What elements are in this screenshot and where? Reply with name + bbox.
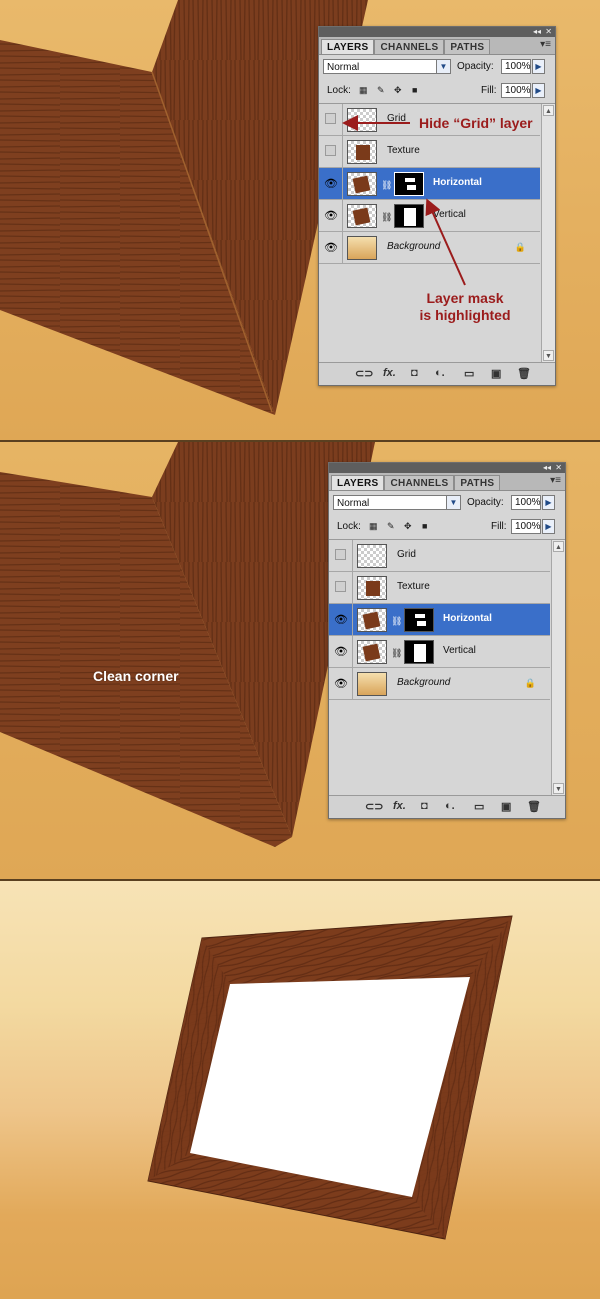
eye-icon[interactable]: 👁 xyxy=(334,677,348,690)
layer-mask-annotation: Layer mask is highlighted xyxy=(410,290,520,324)
lock-brush-icon[interactable]: ✎ xyxy=(387,521,395,532)
blend-mode-select[interactable]: Normal ▼ xyxy=(333,495,461,510)
lock-label: Lock: xyxy=(337,521,361,532)
layers-panel: ◂◂ ✕ LAYERS CHANNELS PATHS ▾≡ Normal ▼ Opa… xyxy=(328,462,566,819)
layer-mask-thumbnail[interactable] xyxy=(404,608,434,632)
visibility-toggle-off[interactable] xyxy=(335,549,346,560)
chevron-down-icon: ▼ xyxy=(446,496,460,509)
lock-transparent-icon[interactable]: ▦ xyxy=(369,521,378,532)
fx-icon[interactable]: fx. xyxy=(393,800,406,812)
layer-scrollbar[interactable]: ▲ ▼ xyxy=(551,540,565,795)
clean-corner-label: Clean corner xyxy=(93,668,179,684)
scroll-down-icon[interactable]: ▼ xyxy=(553,783,564,794)
hide-grid-annotation: Hide “Grid” layer xyxy=(416,115,536,132)
link-icon[interactable]: ⛓ xyxy=(391,616,402,627)
tab-paths[interactable]: PATHS xyxy=(454,475,501,490)
layer-thumbnail xyxy=(357,640,387,664)
layer-name: Horizontal xyxy=(443,613,492,624)
step-one-canvas: ◂◂ ✕ LAYERS CHANNELS PATHS ▾≡ Normal ▼ Opa… xyxy=(0,0,600,440)
step-two-canvas: ◂◂ ✕ LAYERS CHANNELS PATHS ▾≡ Normal ▼ Opa… xyxy=(0,442,600,879)
new-group-icon[interactable]: ▭ xyxy=(474,800,484,813)
annotation-line: is highlighted xyxy=(419,307,511,323)
opacity-arrow-icon[interactable]: ▶ xyxy=(542,495,555,510)
padlock-icon: 🔒 xyxy=(524,678,536,688)
new-layer-icon[interactable]: ▣ xyxy=(501,800,511,813)
layer-row-background[interactable]: 👁 Background 🔒 xyxy=(329,668,550,700)
link-layers-icon[interactable]: ⊂⊃ xyxy=(365,800,383,813)
trash-icon[interactable]: 🗑 xyxy=(527,800,541,813)
final-frame-canvas xyxy=(0,881,600,1299)
lock-all-icon[interactable]: ■ xyxy=(422,521,427,531)
visibility-toggle-off[interactable] xyxy=(335,581,346,592)
tab-layers[interactable]: LAYERS xyxy=(331,475,385,490)
adjustment-layer-icon[interactable]: ◐. xyxy=(445,800,455,812)
lock-move-icon[interactable]: ✥ xyxy=(404,521,412,532)
opacity-label: Opacity: xyxy=(467,497,504,508)
layer-row-grid[interactable]: Grid xyxy=(329,540,550,572)
eye-icon[interactable]: 👁 xyxy=(334,613,348,626)
eye-icon[interactable]: 👁 xyxy=(334,645,348,658)
layer-thumbnail xyxy=(357,544,387,568)
annotation-line: Layer mask xyxy=(426,290,504,306)
layer-mask-thumbnail[interactable] xyxy=(404,640,434,664)
layer-row-horizontal[interactable]: 👁 ⛓ Horizontal xyxy=(329,604,550,636)
layer-row-vertical[interactable]: 👁 ⛓ Vertical xyxy=(329,636,550,668)
layer-name: Vertical xyxy=(443,645,476,656)
layer-thumbnail xyxy=(357,672,387,696)
tab-channels[interactable]: CHANNELS xyxy=(384,475,455,490)
link-icon[interactable]: ⛓ xyxy=(391,648,402,659)
wooden-frame-illustration xyxy=(147,915,513,1240)
add-mask-icon[interactable]: ◘ xyxy=(421,800,428,812)
layer-row-texture[interactable]: Texture xyxy=(329,572,550,604)
panel-menu-icon[interactable]: ▾≡ xyxy=(550,475,561,486)
collapse-icon[interactable]: ◂◂ xyxy=(543,463,551,473)
layer-name: Grid xyxy=(397,549,416,560)
annotation-arrows xyxy=(342,115,466,286)
panel-footer: ⊂⊃ fx. ◘ ◐. ▭ ▣ 🗑 xyxy=(329,795,565,818)
blend-mode-value: Normal xyxy=(337,498,370,509)
layer-thumbnail xyxy=(357,576,387,600)
scroll-up-icon[interactable]: ▲ xyxy=(553,541,564,552)
fill-label: Fill: xyxy=(491,521,507,532)
close-icon[interactable]: ✕ xyxy=(555,463,562,473)
layer-name: Background xyxy=(397,677,451,688)
fill-field[interactable]: 100% xyxy=(511,519,541,534)
opacity-field[interactable]: 100% xyxy=(511,495,541,510)
layer-list: Grid Texture 👁 ⛓ Horizontal 👁 ⛓ Vertical xyxy=(329,540,565,795)
layer-thumbnail xyxy=(357,608,387,632)
fill-arrow-icon[interactable]: ▶ xyxy=(542,519,555,534)
layer-name: Texture xyxy=(397,581,430,592)
